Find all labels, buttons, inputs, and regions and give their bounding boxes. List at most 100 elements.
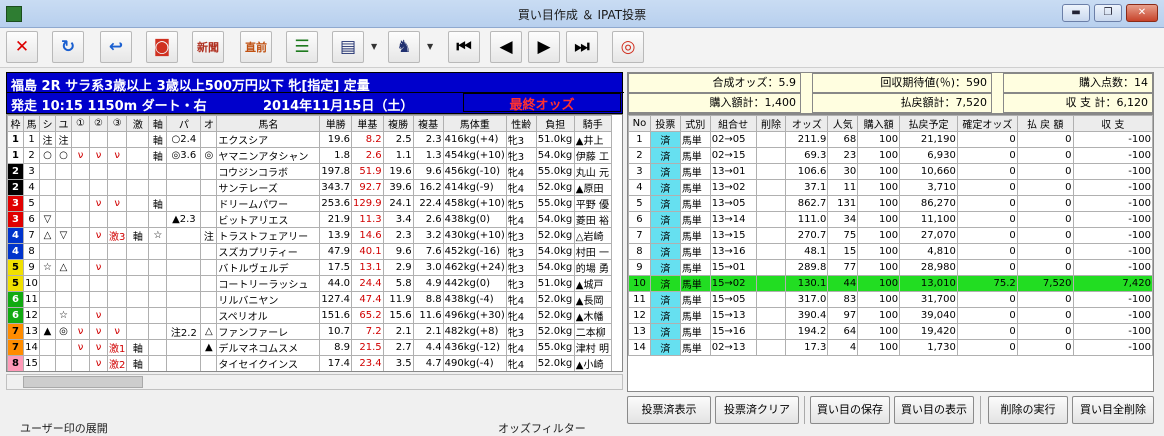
column-header[interactable]: 人気 xyxy=(827,115,859,132)
horse-row[interactable]: 2 4 サンテレーズ 343.7 92.7 39.6 16.2 414kg(-9) 牝4 52.0… xyxy=(7,179,612,196)
horse-row[interactable]: 5 10 コートリーラッシュ 44.0 24.4 5.8 4.9 442kg(0) 牝3 51.0… xyxy=(7,275,612,292)
bet-row[interactable]: 4 済馬単 13→02 37.1 11 100 3,710 0 0 -100 xyxy=(628,179,1153,196)
column-header[interactable]: 軸 xyxy=(148,115,168,132)
bet-row[interactable]: 14 済馬単 02→13 17.3 4 100 1,730 0 0 -100 xyxy=(628,339,1153,356)
column-header[interactable]: 単勝 xyxy=(319,115,353,132)
column-header[interactable]: 枠 xyxy=(7,115,24,132)
column-header[interactable]: 負担 xyxy=(535,115,575,132)
table-cell: -100 xyxy=(1072,243,1153,260)
sheet-dropdown-icon[interactable]: ▼ xyxy=(371,42,379,51)
column-header[interactable]: 複基 xyxy=(412,115,444,132)
delete-all-bets-button[interactable]: 買い目全削除 xyxy=(1072,396,1154,424)
bet-row[interactable]: 11 済馬単 15→05 317.0 83 100 31,700 0 0 -100 xyxy=(628,291,1153,308)
column-header[interactable]: 性齢 xyxy=(505,115,537,132)
table-cell: 13.1 xyxy=(351,259,384,276)
horse-row[interactable]: 3 6 ▽ ▲2.3 ビットアリエス 21.9 11.3 3.4 2.6 438kg(0) 牝4 54… xyxy=(7,211,612,228)
target-icon[interactable]: ◎ xyxy=(612,31,644,63)
horse-row[interactable]: 4 7 △ ▽ ν 激3 軸 ☆ 注トラストフェアリー 13.9 14.6 2.3 3.2 430kg(+… xyxy=(7,227,612,244)
column-header[interactable]: 払戻予定 xyxy=(899,115,958,132)
maximize-button[interactable]: ❐ xyxy=(1094,4,1122,22)
column-header[interactable]: 確定オッズ xyxy=(956,115,1018,132)
scroll-thumb[interactable] xyxy=(23,376,143,388)
horse-row[interactable]: 816◎▲ △2.1○レディー6.04.41.21.6436kg(0)牝455.0… xyxy=(8,372,612,373)
bet-row[interactable]: 8 済馬単 13→16 48.1 15 100 4,810 0 0 -100 xyxy=(628,243,1153,260)
bet-row[interactable]: 1 済馬単 02→05 211.9 68 100 21,190 0 0 -100 xyxy=(628,131,1153,148)
bet-row[interactable]: 13 済馬単 15→16 194.2 64 100 19,420 0 0 -100 xyxy=(628,323,1153,340)
column-header[interactable]: 払 戻 額 xyxy=(1016,115,1074,132)
column-header[interactable]: No xyxy=(628,115,651,132)
column-header[interactable]: 馬体重 xyxy=(442,115,507,132)
column-header[interactable]: 複勝 xyxy=(382,115,414,132)
direct-entry-icon[interactable]: 直前 xyxy=(240,31,272,63)
horse-row[interactable]: 1 1 注注軸 ○2.4 エクスシア 19.6 8.2 2.5 2.3 416kg(+4) 牝3 51… xyxy=(7,131,612,148)
show-bets-button[interactable]: 買い目の表示 xyxy=(894,396,974,424)
column-header[interactable]: ② xyxy=(89,115,108,132)
next-icon[interactable]: ▶ xyxy=(528,31,560,63)
bet-row[interactable]: 6 済馬単 13→14 111.0 34 100 11,100 0 0 -100 xyxy=(628,211,1153,228)
sheet-icon[interactable]: ▤ xyxy=(332,31,364,63)
purchase-count: 購入点数：14 xyxy=(1003,73,1153,93)
horse-row[interactable]: 7 13 ▲ ◎ ν ν ν 注2.2 △ ファンファーレ 10.7 7.2 2.1 2.1 482kg(+… xyxy=(7,323,612,340)
bet-row[interactable]: 10 済馬単 15→02 130.1 44 100 13,010 75.2 7,520 7,420 xyxy=(628,275,1153,292)
save-bets-button[interactable]: 買い目の保存 xyxy=(810,396,890,424)
horse-row[interactable]: 2 3 コウジンコラボ 197.8 51.9 19.6 9.6 456kg(-10) 牝4 55.… xyxy=(7,163,612,180)
clear-voted-button[interactable]: 投票済クリア xyxy=(715,396,799,424)
horse-row[interactable]: 8 15 ν 激2 軸 タイセイクインス 17.4 23.4 3.5 4.7 490kg(-4) 牝4… xyxy=(7,355,612,371)
column-header[interactable]: ③ xyxy=(106,115,128,132)
horse-row[interactable]: 4 8 スズカプリティー 47.9 40.1 9.6 7.6 452kg(-16) 牝3 54.0… xyxy=(7,243,612,260)
column-header[interactable]: 馬名 xyxy=(216,115,321,132)
close-x-icon[interactable]: ✕ xyxy=(6,31,38,63)
column-header[interactable]: 馬 xyxy=(23,115,40,132)
column-header[interactable]: シ xyxy=(39,115,56,132)
table-cell xyxy=(39,307,56,324)
table-cell: 12 xyxy=(23,307,40,324)
column-header[interactable]: パ xyxy=(166,115,202,132)
column-header[interactable]: オ xyxy=(200,115,218,132)
refresh-icon[interactable]: ↻ xyxy=(52,31,84,63)
horse-dropdown-icon[interactable]: ▼ xyxy=(427,42,435,51)
column-header[interactable]: 式別 xyxy=(679,115,711,132)
table-cell: 14.6 xyxy=(351,227,384,244)
horse-row[interactable]: 6 12 ☆ ν スペリオル 151.6 65.2 15.6 11.6 496kg(+30) 牝4 5… xyxy=(7,307,612,324)
column-header[interactable]: オッズ xyxy=(785,115,829,132)
show-voted-button[interactable]: 投票済表示 xyxy=(627,396,711,424)
return-icon[interactable]: ↩ xyxy=(100,31,132,63)
last-icon[interactable]: ⏭ xyxy=(566,31,598,63)
table-cell xyxy=(149,372,167,373)
column-header[interactable]: 単基 xyxy=(351,115,384,132)
column-header[interactable]: 収 支 xyxy=(1072,115,1153,132)
newspaper-icon[interactable]: 新聞 xyxy=(192,31,224,63)
horizontal-scrollbar[interactable] xyxy=(6,374,623,390)
bet-row[interactable]: 2 済馬単 02→15 69.3 23 100 6,930 0 0 -100 xyxy=(628,147,1153,164)
prev-icon[interactable]: ◀ xyxy=(490,31,522,63)
minimize-button[interactable]: ▬ xyxy=(1062,4,1090,22)
column-header[interactable]: 組合せ xyxy=(709,115,757,132)
column-header[interactable]: 騎手 xyxy=(573,115,612,132)
bet-row[interactable]: 9 済馬単 15→01 289.8 77 100 28,980 0 0 -100 xyxy=(628,259,1153,276)
table-cell xyxy=(89,291,108,308)
bet-row[interactable]: 12 済馬単 15→13 390.4 97 100 39,040 0 0 -100 xyxy=(628,307,1153,324)
column-header[interactable]: ユ xyxy=(55,115,72,132)
column-header[interactable]: 投票 xyxy=(649,115,681,132)
horse-table-panel[interactable]: 枠馬シユ ① ② ③ 激軸パオ馬名 単勝 単基 複勝 複基 馬体重 性齢 負担 騎手 1 1 注注軸 ○2.4… xyxy=(6,114,623,372)
horse-row[interactable]: 3 5 ν ν 軸 ドリームパワー 253.6 129.9 24.1 22.4 458kg(+10)… xyxy=(7,195,612,212)
bet-table-panel[interactable]: No 投票 式別 組合せ 削除 オッズ 人気 購入額 払戻予定 確定オッズ払 戻 額収 支 1済馬… xyxy=(627,114,1154,392)
horse-row[interactable]: 6 11 リルバニヤン 127.4 47.4 11.9 8.8 438kg(-4) 牝4 52.0… xyxy=(7,291,612,308)
list-icon[interactable]: ☰ xyxy=(286,31,318,63)
column-header[interactable]: 購入額 xyxy=(857,115,901,132)
horse-icon[interactable]: ♞ xyxy=(388,31,420,63)
bet-row[interactable]: 5 済馬単 13→05 862.7 131 100 86,270 0 0 -100 xyxy=(628,195,1153,212)
camera-icon[interactable]: ◙ xyxy=(146,31,178,63)
close-button[interactable]: ✕ xyxy=(1126,4,1158,22)
column-header[interactable]: ① xyxy=(71,115,90,132)
column-header[interactable]: 削除 xyxy=(755,115,787,132)
first-icon[interactable]: ⏮ xyxy=(448,31,480,63)
bet-row[interactable]: 7 済馬単 13→15 270.7 75 100 27,070 0 0 -100 xyxy=(628,227,1153,244)
horse-row[interactable]: 1 2 ○ ○ ν ν ν 軸 ◎3.6 ◎ ヤマニンアタシャン 1.8 2.6 1.1 1.3 454kg(… xyxy=(7,147,612,164)
horse-row[interactable]: 5 9 ☆ △ ν バトルヴェルデ 17.5 13.1 2.9 3.0 462kg(+24) 牝3 54… xyxy=(7,259,612,276)
execute-delete-button[interactable]: 削除の実行 xyxy=(988,396,1068,424)
horse-row[interactable]: 7 14 ν ν 激1 軸 ▲ デルマネコムスメ 8.9 21.5 2.7 4.4 436kg(-12)… xyxy=(7,339,612,356)
table-cell: 2.1 xyxy=(412,323,444,340)
bet-row[interactable]: 3 済馬単 13→01 106.6 30 100 10,660 0 0 -100 xyxy=(628,163,1153,180)
column-header[interactable]: 激 xyxy=(126,115,150,132)
